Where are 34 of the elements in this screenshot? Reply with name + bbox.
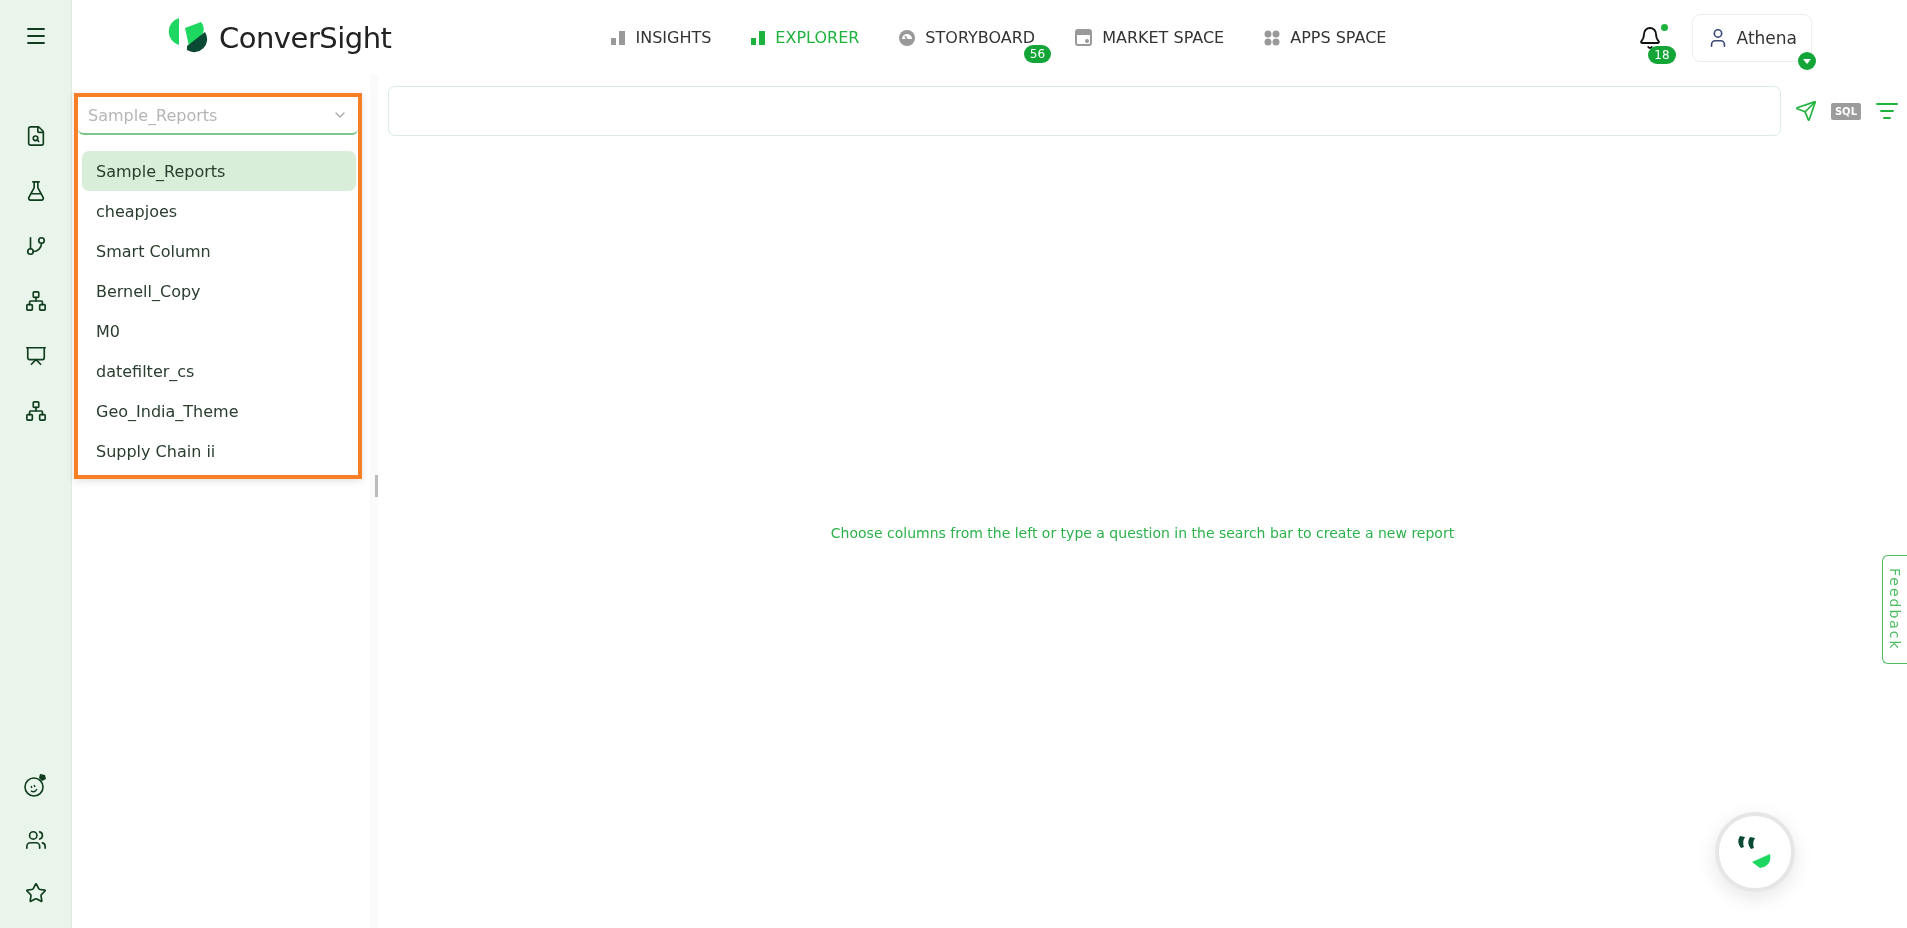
search-field[interactable] [388, 86, 1781, 136]
brand-name: ConverSight [219, 20, 392, 55]
nav-tab[interactable]: MARKET SPACE [1075, 28, 1225, 47]
nav-tab[interactable]: INSIGHTS [611, 28, 712, 47]
grid-dots-icon [1264, 29, 1281, 46]
store-icon [1075, 29, 1093, 46]
dropdown-caret-icon[interactable] [1798, 51, 1816, 70]
dataset-option[interactable]: M0 [82, 311, 356, 351]
nav-tab[interactable]: APPS SPACE [1264, 28, 1387, 47]
branch-icon[interactable] [24, 235, 47, 257]
dataset-option[interactable]: cheapjoes [82, 191, 356, 231]
count-badge: 56 [1023, 45, 1052, 63]
send-button[interactable] [1794, 100, 1817, 122]
hierarchy-icon[interactable] [24, 400, 47, 422]
dataset-option[interactable]: Smart Column [82, 231, 356, 271]
bar-chart-icon [751, 30, 766, 45]
nav-tab[interactable]: STORYBOARD [899, 28, 1036, 47]
dataset-option[interactable]: Supply Chain ii [82, 431, 356, 471]
user-menu-button[interactable]: Athena [1691, 13, 1812, 62]
empty-state-message: Choose columns from the left or type a question in the search bar to create a new report [830, 524, 1455, 541]
star-icon[interactable] [24, 882, 47, 904]
dataset-option[interactable]: Geo_India_Theme [82, 391, 356, 431]
notifications-button[interactable] [1637, 25, 1662, 50]
gauge-icon [899, 29, 916, 46]
users-icon[interactable] [24, 829, 47, 851]
resize-handle[interactable] [375, 475, 378, 497]
dataset-option[interactable]: Sample_Reports [82, 151, 356, 191]
presentation-chart-icon[interactable] [24, 345, 47, 367]
count-badge: 18 [1648, 45, 1676, 64]
bar-chart-icon [611, 30, 626, 45]
dataset-option[interactable]: Bernell_Copy [82, 271, 356, 311]
hierarchy-icon[interactable] [24, 290, 47, 312]
bot-face-icon[interactable] [23, 772, 48, 798]
dataset-option[interactable]: datefilter_cs [82, 351, 356, 391]
